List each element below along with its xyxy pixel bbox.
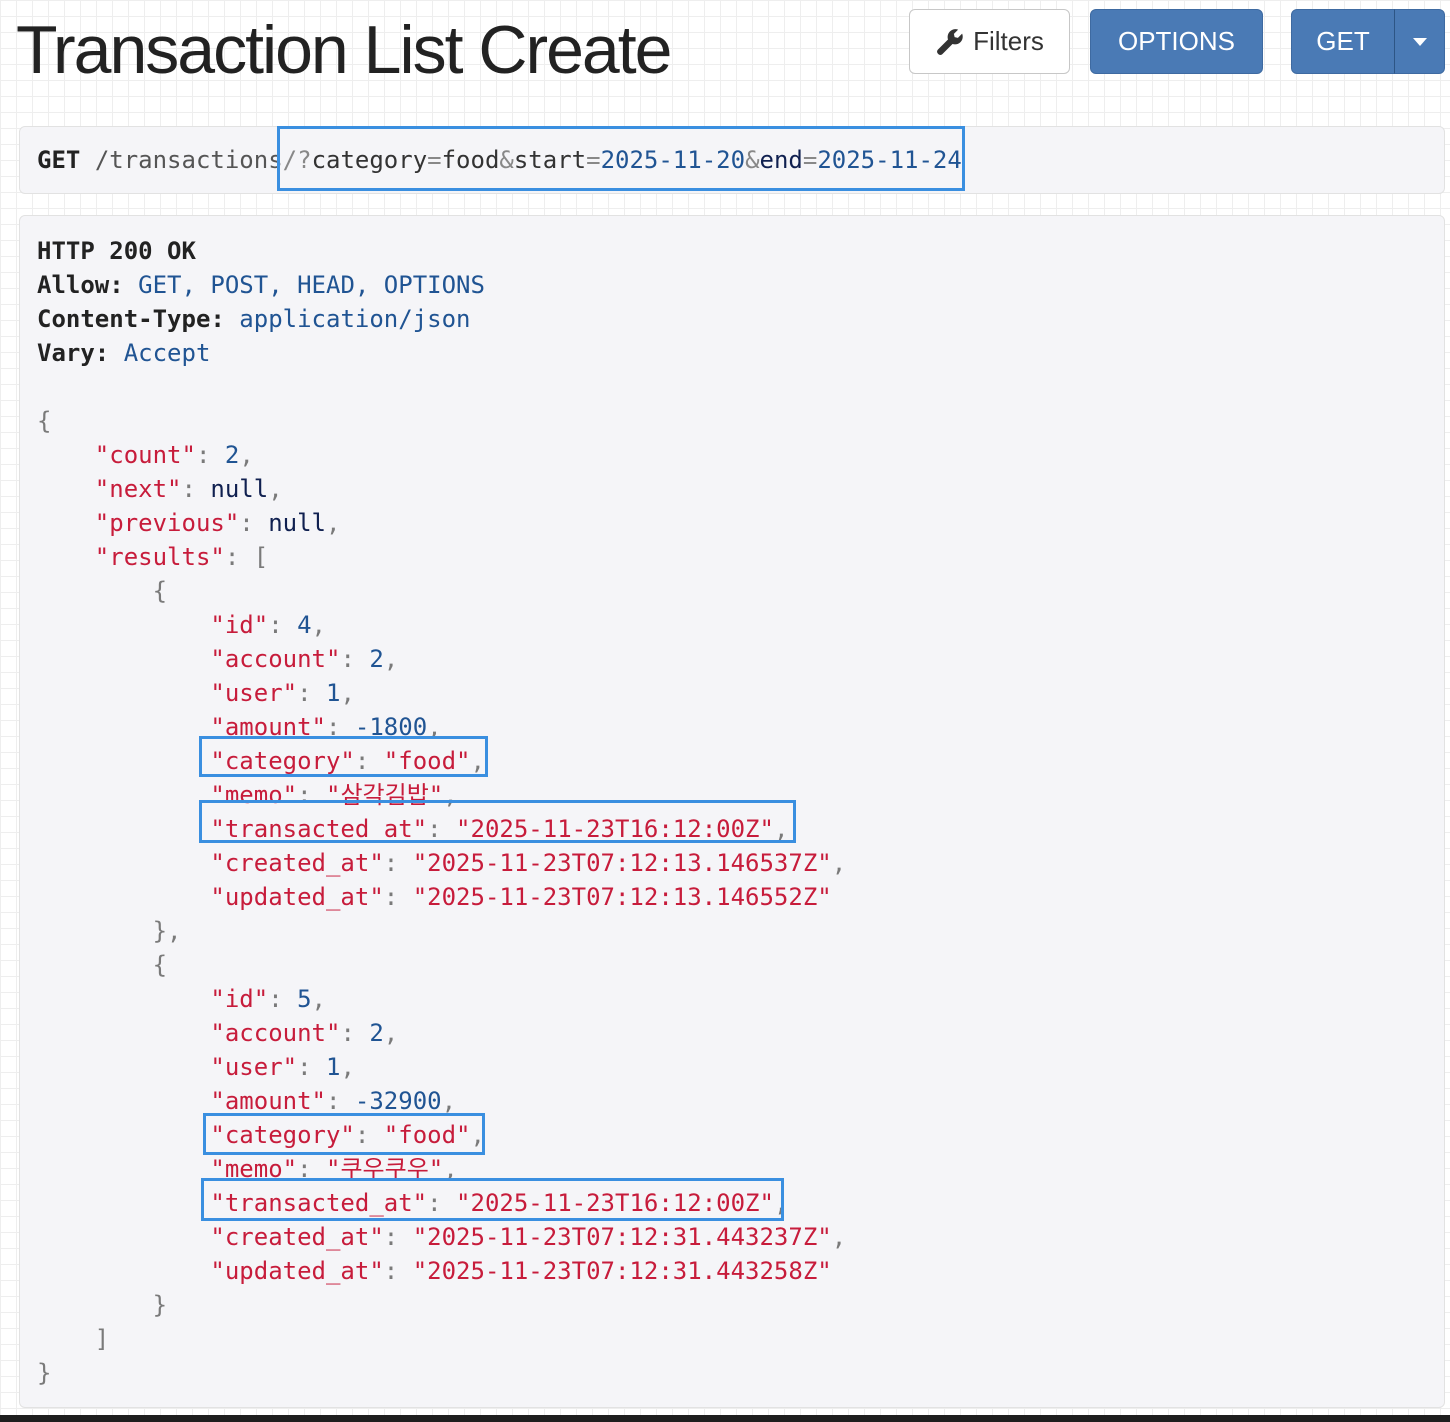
json-amount: -32900 <box>354 1087 442 1115</box>
query-param-name: category <box>311 146 428 174</box>
filters-label: Filters <box>973 26 1044 56</box>
query-param-value: 2025-11-20 <box>600 146 746 174</box>
header-value: GET, POST, HEAD, OPTIONS <box>138 271 485 299</box>
request-info: GET /transactions/?category=food&start=2… <box>19 126 1445 194</box>
get-button[interactable]: GET <box>1291 9 1395 74</box>
window-bottom-edge <box>0 1415 1450 1422</box>
json-id: 5 <box>297 985 312 1013</box>
query-prefix: /? <box>282 146 312 174</box>
json-created-at: 2025-11-23T07:12:13.146537Z <box>427 849 818 877</box>
status-line: HTTP 200 OK <box>37 237 196 265</box>
header-name: Allow: <box>37 271 124 299</box>
query-param-value: 2025-11-24 <box>817 146 962 174</box>
json-created-at: 2025-11-23T07:12:31.443237Z <box>427 1223 818 1251</box>
page-title: Transaction List Create <box>16 12 672 88</box>
json-memo: 삼각김밥 <box>340 781 429 809</box>
request-method: GET <box>37 146 81 174</box>
json-amount: -1800 <box>354 713 428 741</box>
options-label: OPTIONS <box>1117 26 1235 56</box>
header-value: Accept <box>123 339 211 367</box>
response-info: HTTP 200 OK Allow: GET, POST, HEAD, OPTIO… <box>19 215 1445 1408</box>
json-id: 4 <box>297 611 312 639</box>
json-user: 1 <box>326 679 341 707</box>
json-category: food <box>398 747 457 775</box>
json-next: null <box>210 475 269 503</box>
header-value: application/json <box>239 305 471 333</box>
get-label: GET <box>1316 26 1370 56</box>
query-param-value: food <box>441 146 500 174</box>
json-category: food <box>398 1121 457 1149</box>
json-count: 2 <box>224 441 240 469</box>
json-account: 2 <box>369 1019 384 1047</box>
json-transacted-at: 2025-11-23T16:12:00Z <box>470 815 760 843</box>
request-path: /transactions <box>94 146 283 174</box>
options-button[interactable]: OPTIONS <box>1090 9 1263 74</box>
get-format-dropdown[interactable] <box>1394 9 1445 74</box>
query-param-name: end <box>759 146 803 174</box>
query-param-name: start <box>513 146 587 174</box>
json-transacted-at: 2025-11-23T16:12:00Z <box>470 1189 760 1217</box>
json-previous: null <box>268 509 326 537</box>
json-memo: 쿠우쿠우 <box>340 1155 429 1183</box>
header-name: Content-Type: <box>37 305 225 333</box>
caret-down-icon <box>1412 37 1427 46</box>
json-updated-at: 2025-11-23T07:12:31.443258Z <box>427 1257 818 1285</box>
json-user: 1 <box>326 1053 341 1081</box>
json-updated-at: 2025-11-23T07:12:13.146552Z <box>427 883 818 911</box>
wrench-icon <box>937 28 963 55</box>
json-account: 2 <box>369 645 384 673</box>
header-name: Vary: <box>37 339 110 367</box>
filters-button[interactable]: Filters <box>909 9 1070 74</box>
